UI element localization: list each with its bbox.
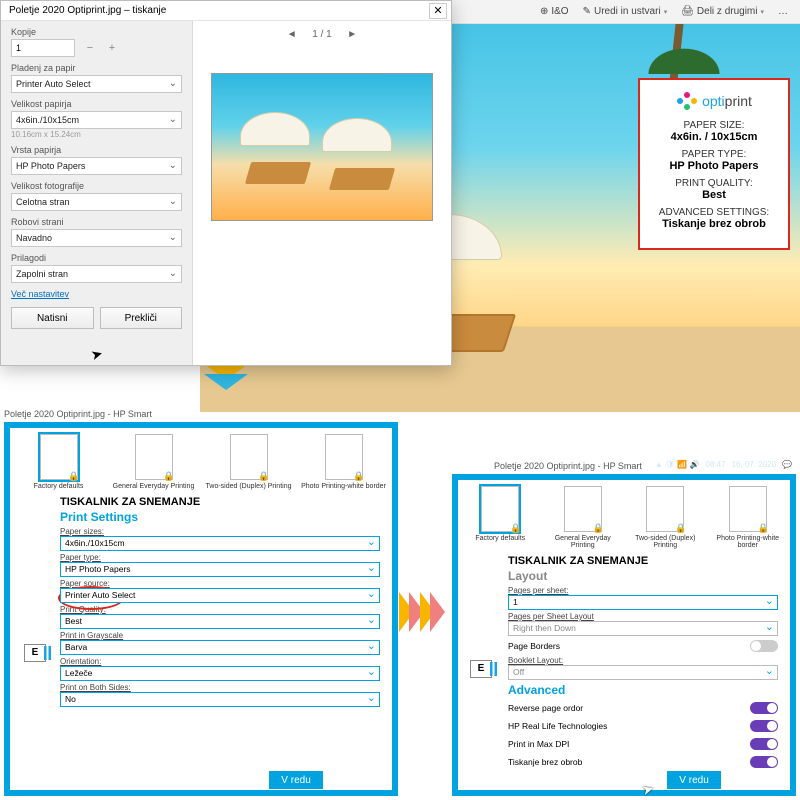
copies-plus[interactable]: + xyxy=(105,42,119,54)
preset-general[interactable]: 🔒General Everyday Printing xyxy=(109,434,198,490)
subsection-heading: Layout xyxy=(458,567,790,585)
envelope-icon: E xyxy=(24,644,46,662)
more-settings-link[interactable]: Več nastavitev xyxy=(11,289,182,299)
topbar-item[interactable]: ✎ Uredi in ustvari ▾ xyxy=(583,6,668,17)
cancel-button[interactable]: Prekliči xyxy=(728,770,786,790)
print-preview xyxy=(211,73,433,221)
paper-source-select[interactable]: Printer Auto Select xyxy=(60,588,380,603)
copies-label: Kopije xyxy=(11,27,182,37)
copies-input[interactable] xyxy=(11,39,75,57)
preset-factory-defaults[interactable]: 🔒Factory defaults xyxy=(462,486,539,549)
window-title: Poletje 2020 Optiprint.jpg - HP Smart xyxy=(4,409,152,419)
cancel-button[interactable]: Prekliči xyxy=(100,307,183,329)
grayscale-select[interactable]: Barva xyxy=(60,640,380,655)
both-sides-select[interactable]: No xyxy=(60,692,380,707)
system-tray: ▲ 🛡 📶 🔊 08:47 16. 07. 2020 💬 xyxy=(655,456,792,472)
paper-type-select[interactable]: HP Photo Papers xyxy=(11,157,182,175)
envelope-icon: E xyxy=(470,660,492,678)
section-heading: TISKALNIK ZA SNEMANJE xyxy=(458,553,790,567)
edges-select[interactable]: Navadno xyxy=(11,229,182,247)
lock-icon: 🔒 xyxy=(68,471,79,482)
reverse-order-toggle[interactable] xyxy=(750,702,778,714)
preset-general[interactable]: 🔒General Everyday Printing xyxy=(545,486,622,549)
preset-factory-defaults[interactable]: 🔒Factory defaults xyxy=(14,434,103,490)
page-indicator: ◄ 1 / 1 ► xyxy=(287,21,357,47)
topbar-more[interactable]: … xyxy=(778,6,788,17)
print-quality-select[interactable]: Best xyxy=(60,614,380,629)
info-card: optiprint PAPER SIZE:4x6in. / 10x15cm PA… xyxy=(638,78,790,250)
max-dpi-toggle[interactable] xyxy=(750,738,778,750)
topbar-item[interactable]: 🖨 Deli z drugimi ▾ xyxy=(681,6,764,17)
dialog-title: Poletje 2020 Optiprint.jpg – tiskanje xyxy=(9,5,166,16)
brand-logo: optiprint xyxy=(646,90,782,112)
preset-row: 🔒Factory defaults 🔒General Everyday Prin… xyxy=(10,428,392,494)
paper-size-select[interactable]: 4x6in./10x15cm xyxy=(11,111,182,129)
borderless-toggle[interactable] xyxy=(750,756,778,768)
topbar-item[interactable]: ⊕ I&O xyxy=(540,6,569,17)
preset-photo[interactable]: 🔒Photo Printing-white border xyxy=(710,486,787,549)
copies-minus[interactable]: − xyxy=(83,42,97,54)
cursor-icon: ➤ xyxy=(89,345,105,364)
close-button[interactable]: ✕ xyxy=(429,3,447,19)
hp-smart-window-b: ▲ 🛡 📶 🔊 08:47 16. 07. 2020 💬 🔒Factory de… xyxy=(452,474,796,796)
ok-button[interactable]: V redu xyxy=(666,770,721,790)
preset-duplex[interactable]: 🔒Two-sided (Duplex) Printing xyxy=(627,486,704,549)
paper-type-select[interactable]: HP Photo Papers xyxy=(60,562,380,577)
cancel-button[interactable]: Prekliči xyxy=(330,770,388,790)
chevron-right-icon xyxy=(396,592,456,632)
photo-size-select[interactable]: Celotna stran xyxy=(11,193,182,211)
preset-photo[interactable]: 🔒Photo Printing-white border xyxy=(299,434,388,490)
window-title: Poletje 2020 Optiprint.jpg - HP Smart xyxy=(494,461,642,471)
print-options-panel: Kopije − + Pladenj za papir Printer Auto… xyxy=(1,21,193,365)
page-borders-toggle[interactable] xyxy=(750,640,778,652)
ok-button[interactable]: V redu xyxy=(268,770,323,790)
orientation-select[interactable]: Ležeče xyxy=(60,666,380,681)
hp-smart-window-a: 🔒Factory defaults 🔒General Everyday Prin… xyxy=(4,422,398,796)
subsection-heading: Advanced xyxy=(458,681,790,699)
section-heading: TISKALNIK ZA SNEMANJE xyxy=(10,494,392,508)
subsection-heading: Print Settings xyxy=(10,508,392,526)
tray-select[interactable]: Printer Auto Select xyxy=(11,75,182,93)
booklet-layout-select[interactable]: Off xyxy=(508,665,778,680)
print-button[interactable]: Natisni xyxy=(11,307,94,329)
pages-per-sheet-select[interactable]: 1 xyxy=(508,595,778,610)
fit-select[interactable]: Zapolni stran xyxy=(11,265,182,283)
preset-duplex[interactable]: 🔒Two-sided (Duplex) Printing xyxy=(204,434,293,490)
print-dialog: Poletje 2020 Optiprint.jpg – tiskanje ✕ … xyxy=(0,0,452,366)
paper-sizes-select[interactable]: 4x6in./10x15cm xyxy=(60,536,380,551)
sheet-layout-select[interactable]: Right then Down xyxy=(508,621,778,636)
real-life-toggle[interactable] xyxy=(750,720,778,732)
